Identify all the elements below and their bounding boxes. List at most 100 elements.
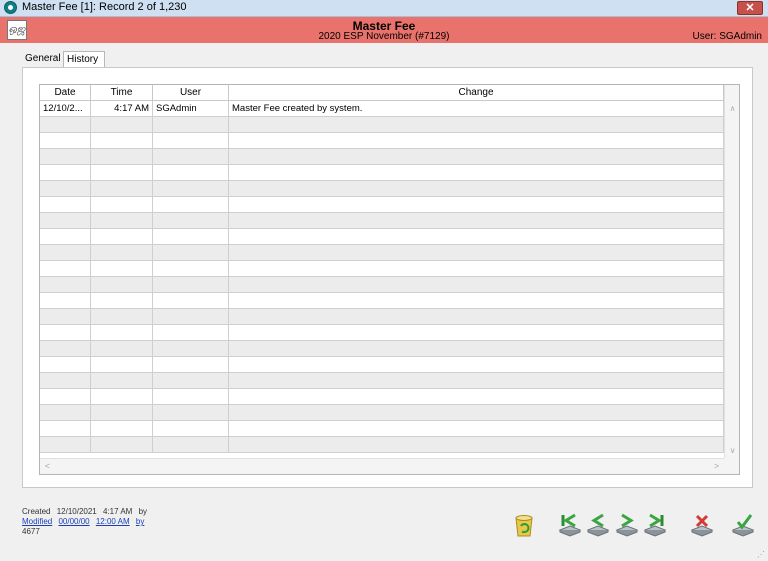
cell-user[interactable]: [153, 165, 229, 180]
cell-change[interactable]: [229, 165, 724, 180]
column-header-user[interactable]: User: [153, 85, 229, 100]
cell-change[interactable]: [229, 309, 724, 324]
cell-user[interactable]: [153, 133, 229, 148]
next-record-icon[interactable]: [614, 512, 640, 538]
cell-date[interactable]: [40, 245, 91, 260]
cancel-icon[interactable]: [689, 512, 715, 538]
cell-user[interactable]: SGAdmin: [153, 101, 229, 116]
cell-date[interactable]: [40, 181, 91, 196]
cell-date[interactable]: [40, 261, 91, 276]
table-row[interactable]: [40, 341, 724, 357]
cell-time[interactable]: [91, 181, 153, 196]
tab-general[interactable]: General: [22, 51, 62, 67]
cell-time[interactable]: [91, 405, 153, 420]
table-row[interactable]: [40, 117, 724, 133]
cell-time[interactable]: [91, 341, 153, 356]
cell-change[interactable]: [229, 389, 724, 404]
table-row[interactable]: [40, 357, 724, 373]
resize-grip-icon[interactable]: ⋰: [757, 550, 767, 560]
cell-date[interactable]: [40, 213, 91, 228]
cell-time[interactable]: [91, 325, 153, 340]
cell-user[interactable]: [153, 405, 229, 420]
cell-time[interactable]: [91, 277, 153, 292]
save-icon[interactable]: [730, 512, 756, 538]
cell-time[interactable]: [91, 373, 153, 388]
modified-time[interactable]: 12:00 AM: [96, 517, 130, 526]
modified-by[interactable]: by: [136, 517, 144, 526]
cell-change[interactable]: [229, 197, 724, 212]
scroll-up-icon[interactable]: ∧: [725, 101, 739, 116]
vertical-scrollbar[interactable]: ∧ ∨: [724, 85, 739, 458]
horizontal-scrollbar[interactable]: < >: [40, 458, 724, 474]
table-row[interactable]: [40, 293, 724, 309]
cell-time[interactable]: [91, 149, 153, 164]
cell-date[interactable]: 12/10/2...: [40, 101, 91, 116]
table-row[interactable]: [40, 405, 724, 421]
table-row[interactable]: [40, 421, 724, 437]
cell-change[interactable]: [229, 357, 724, 372]
cell-time[interactable]: [91, 357, 153, 372]
table-row[interactable]: [40, 309, 724, 325]
scroll-down-icon[interactable]: ∨: [725, 443, 739, 458]
cell-time[interactable]: [91, 261, 153, 276]
cell-change[interactable]: [229, 245, 724, 260]
table-row[interactable]: [40, 149, 724, 165]
table-row[interactable]: [40, 165, 724, 181]
column-header-change[interactable]: Change: [229, 85, 724, 100]
table-row[interactable]: [40, 229, 724, 245]
cell-user[interactable]: [153, 197, 229, 212]
cell-time[interactable]: [91, 117, 153, 132]
cell-user[interactable]: [153, 437, 229, 452]
cell-time[interactable]: [91, 293, 153, 308]
cell-date[interactable]: [40, 437, 91, 452]
cell-date[interactable]: [40, 229, 91, 244]
cell-user[interactable]: [153, 373, 229, 388]
first-record-icon[interactable]: [557, 512, 583, 538]
cell-date[interactable]: [40, 405, 91, 420]
table-row[interactable]: [40, 261, 724, 277]
cell-time[interactable]: [91, 437, 153, 452]
scroll-left-icon[interactable]: <: [40, 459, 55, 474]
cell-date[interactable]: [40, 341, 91, 356]
modified-link[interactable]: Modified: [22, 517, 52, 526]
cell-user[interactable]: [153, 293, 229, 308]
table-row[interactable]: [40, 277, 724, 293]
table-row[interactable]: [40, 389, 724, 405]
cell-change[interactable]: [229, 117, 724, 132]
column-header-date[interactable]: Date: [40, 85, 91, 100]
cell-user[interactable]: [153, 117, 229, 132]
cell-change[interactable]: [229, 181, 724, 196]
cell-change[interactable]: [229, 229, 724, 244]
modified-date[interactable]: 00/00/00: [58, 517, 89, 526]
cell-user[interactable]: [153, 261, 229, 276]
recycle-icon[interactable]: [511, 512, 537, 538]
cell-date[interactable]: [40, 133, 91, 148]
cell-time[interactable]: [91, 133, 153, 148]
cell-change[interactable]: [229, 325, 724, 340]
cell-date[interactable]: [40, 357, 91, 372]
cell-change[interactable]: [229, 133, 724, 148]
table-row[interactable]: [40, 197, 724, 213]
cell-user[interactable]: [153, 325, 229, 340]
cell-time[interactable]: [91, 421, 153, 436]
last-record-icon[interactable]: [642, 512, 668, 538]
cell-change[interactable]: [229, 437, 724, 452]
cell-time[interactable]: [91, 197, 153, 212]
cell-user[interactable]: [153, 213, 229, 228]
table-row[interactable]: [40, 373, 724, 389]
tab-history[interactable]: History: [63, 51, 105, 68]
scroll-right-icon[interactable]: >: [709, 459, 724, 474]
cell-time[interactable]: [91, 245, 153, 260]
cell-date[interactable]: [40, 149, 91, 164]
cell-change[interactable]: [229, 373, 724, 388]
cell-user[interactable]: [153, 357, 229, 372]
cell-date[interactable]: [40, 389, 91, 404]
cell-user[interactable]: [153, 181, 229, 196]
cell-time[interactable]: [91, 389, 153, 404]
cell-user[interactable]: [153, 389, 229, 404]
cell-date[interactable]: [40, 325, 91, 340]
cell-date[interactable]: [40, 277, 91, 292]
cell-change[interactable]: Master Fee created by system.: [229, 101, 724, 116]
cell-change[interactable]: [229, 213, 724, 228]
table-row[interactable]: 12/10/2... 4:17 AM SGAdmin Master Fee creat…: [40, 101, 724, 117]
